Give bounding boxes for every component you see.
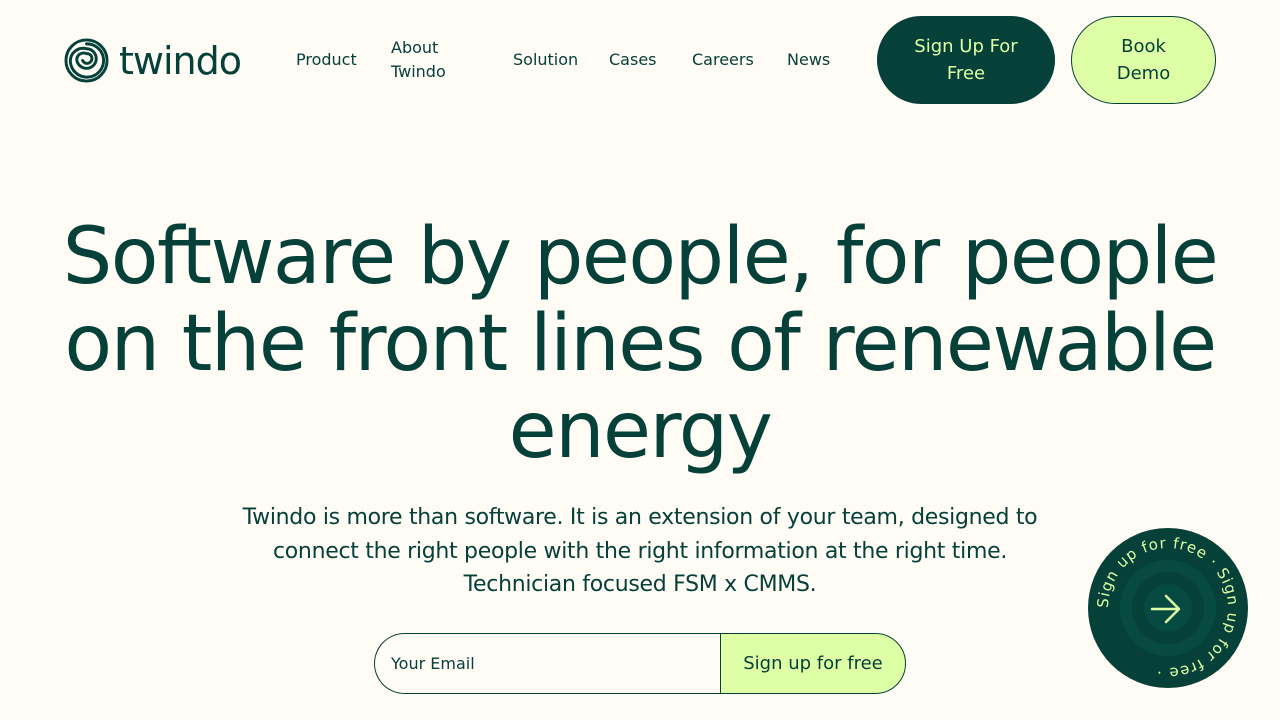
brand-name: twindo [119, 38, 242, 83]
hero-subtitle: Twindo is more than software. It is an e… [242, 505, 1038, 597]
book-demo-button[interactable]: Book Demo [1071, 16, 1216, 104]
signup-badge-graphic: Sign up for free · Sign up for free · [1088, 528, 1248, 688]
brand-logo[interactable]: twindo [64, 38, 242, 83]
spiral-logo-icon [64, 38, 109, 83]
hero-title: Software by people, for people on the fr… [62, 212, 1219, 476]
signup-submit-button[interactable]: Sign up for free [720, 633, 906, 694]
email-signup-form: Sign up for free [374, 633, 906, 694]
nav-item-careers[interactable]: Careers [692, 48, 754, 72]
nav-item-product[interactable]: Product [296, 48, 357, 72]
nav-item-cases[interactable]: Cases [609, 48, 657, 72]
signup-button[interactable]: Sign Up For Free [877, 16, 1055, 104]
nav-item-solution[interactable]: Solution [513, 48, 578, 72]
signup-badge[interactable]: Sign up for free · Sign up for free · [1088, 528, 1248, 688]
nav-item-about[interactable]: About Twindo [391, 36, 461, 84]
nav-item-news[interactable]: News [787, 48, 830, 72]
email-input[interactable] [374, 633, 720, 694]
